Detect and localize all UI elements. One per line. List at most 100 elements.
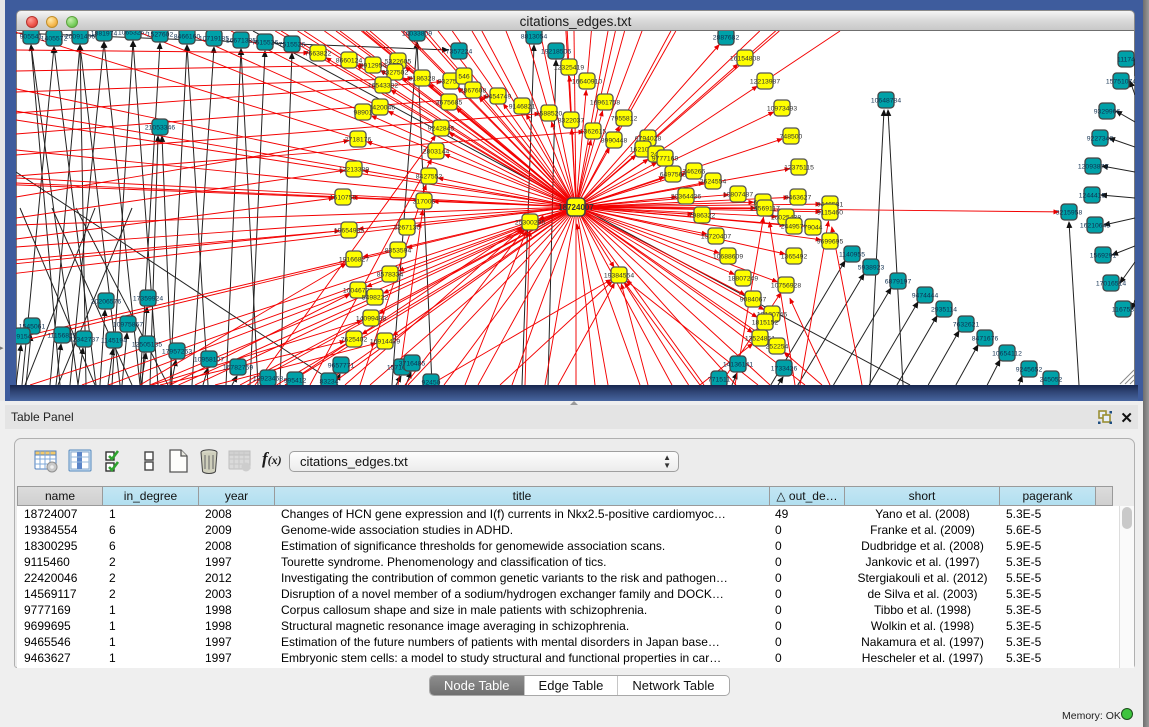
svg-text:12093873: 12093873 xyxy=(1078,164,1108,171)
svg-text:98901: 98901 xyxy=(354,110,373,117)
svg-text:16640910: 16640910 xyxy=(572,79,602,86)
svg-text:10807487: 10807487 xyxy=(723,192,753,199)
svg-text:9084067: 9084067 xyxy=(740,297,767,304)
svg-text:1610755: 1610755 xyxy=(330,195,357,202)
svg-text:16033809: 16033809 xyxy=(402,31,432,38)
svg-text:905541: 905541 xyxy=(20,34,43,41)
svg-text:8427552: 8427552 xyxy=(416,174,443,181)
svg-text:7663822: 7663822 xyxy=(305,51,332,58)
svg-text:1815152: 1815152 xyxy=(752,320,779,327)
svg-text:10756928: 10756928 xyxy=(771,283,801,290)
svg-text:92450: 92450 xyxy=(422,380,441,386)
svg-text:9227342: 9227342 xyxy=(1087,136,1114,143)
svg-text:9146821: 9146821 xyxy=(509,104,536,111)
svg-text:3215958: 3215958 xyxy=(1056,210,1083,217)
svg-text:9242845: 9242845 xyxy=(428,126,455,133)
svg-text:12505135: 12505135 xyxy=(132,342,162,349)
svg-text:9474444: 9474444 xyxy=(912,293,939,300)
svg-text:8471676: 8471676 xyxy=(972,336,999,343)
svg-text:10648784: 10648784 xyxy=(871,98,901,105)
svg-text:746266: 746266 xyxy=(683,169,706,176)
svg-text:1881974: 1881974 xyxy=(91,31,118,38)
svg-text:14136141: 14136141 xyxy=(723,362,753,369)
svg-text:19654985: 19654985 xyxy=(334,228,364,235)
svg-text:3675685: 3675685 xyxy=(436,100,463,107)
svg-text:15751074: 15751074 xyxy=(1106,79,1135,86)
svg-text:17957263: 17957263 xyxy=(162,349,192,356)
svg-text:9699695: 9699695 xyxy=(817,239,844,246)
svg-text:19166827: 19166827 xyxy=(339,257,369,264)
svg-text:8578334: 8578334 xyxy=(377,272,404,279)
svg-text:10719185: 10719185 xyxy=(199,36,229,43)
svg-text:252254: 252254 xyxy=(766,344,789,351)
svg-text:1145194: 1145194 xyxy=(101,338,127,345)
svg-text:20364436: 20364436 xyxy=(671,194,701,201)
svg-text:21053346: 21053346 xyxy=(145,125,175,132)
svg-text:15720407: 15720407 xyxy=(701,234,731,241)
svg-text:1588520: 1588520 xyxy=(536,111,563,118)
svg-text:8466160: 8466160 xyxy=(174,34,201,41)
svg-text:546: 546 xyxy=(458,74,470,81)
svg-text:7515526: 7515526 xyxy=(252,40,279,47)
svg-text:16543382: 16543382 xyxy=(368,83,398,90)
svg-text:2803144: 2803144 xyxy=(423,149,450,156)
svg-text:8353594: 8353594 xyxy=(385,248,412,255)
svg-text:748500: 748500 xyxy=(780,134,803,141)
svg-text:7357224: 7357224 xyxy=(446,49,473,56)
svg-text:10975867: 10975867 xyxy=(113,322,143,329)
svg-text:17359924: 17359924 xyxy=(133,296,163,303)
svg-text:8912954: 8912954 xyxy=(360,63,387,70)
svg-text:12325419: 12325419 xyxy=(554,65,584,72)
svg-text:3267130: 3267130 xyxy=(394,225,421,232)
svg-text:8186328: 8186328 xyxy=(409,76,436,83)
svg-text:9329966: 9329966 xyxy=(1094,109,1121,116)
svg-text:1362615: 1362615 xyxy=(580,129,607,136)
svg-text:9115460: 9115460 xyxy=(817,210,843,217)
svg-text:12923468: 12923468 xyxy=(253,376,283,383)
svg-text:7632621: 7632621 xyxy=(953,322,980,329)
svg-text:1569291: 1569291 xyxy=(1090,253,1117,260)
svg-text:1365492: 1365492 xyxy=(781,254,808,261)
svg-text:6879197: 6879197 xyxy=(885,279,912,286)
svg-text:2718176: 2718176 xyxy=(345,137,372,144)
svg-text:16782759: 16782759 xyxy=(223,365,253,372)
svg-text:16914479: 16914479 xyxy=(370,339,400,346)
svg-text:10973493: 10973493 xyxy=(767,106,797,113)
svg-text:7986322: 7986322 xyxy=(689,213,716,220)
svg-text:10653267: 10653267 xyxy=(118,31,148,37)
svg-text:10688609: 10688609 xyxy=(713,254,743,261)
svg-text:25300295: 25300295 xyxy=(515,220,545,227)
svg-text:17016514: 17016514 xyxy=(1096,281,1126,288)
svg-text:14569117: 14569117 xyxy=(750,206,780,213)
svg-text:2887682: 2887682 xyxy=(713,35,740,42)
svg-text:771511: 771511 xyxy=(708,377,730,384)
svg-text:10958107: 10958107 xyxy=(194,357,224,364)
svg-text:1405572: 1405572 xyxy=(41,36,68,43)
svg-text:1733426: 1733426 xyxy=(771,366,798,373)
svg-text:5498222: 5498222 xyxy=(362,295,389,302)
svg-text:14099488: 14099488 xyxy=(356,316,386,323)
svg-text:9657771: 9657771 xyxy=(328,363,355,370)
svg-text:12375115: 12375115 xyxy=(784,165,814,172)
svg-text:39154: 39154 xyxy=(16,334,32,341)
svg-text:11174: 11174 xyxy=(1117,57,1135,64)
svg-text:19384554: 19384554 xyxy=(604,273,634,280)
svg-text:8660124: 8660124 xyxy=(336,58,363,65)
svg-text:245052: 245052 xyxy=(1040,377,1063,384)
svg-text:20206576: 20206576 xyxy=(91,299,121,306)
svg-text:10654112: 10654112 xyxy=(992,351,1022,358)
svg-text:116753: 116753 xyxy=(1112,307,1134,314)
svg-text:7515526: 7515526 xyxy=(279,42,306,49)
svg-text:18807249: 18807249 xyxy=(728,276,758,283)
svg-text:16154808: 16154808 xyxy=(730,56,760,63)
svg-text:1527602: 1527602 xyxy=(147,32,174,39)
svg-text:317006: 317006 xyxy=(413,199,436,206)
svg-text:7955812: 7955812 xyxy=(611,116,638,123)
svg-text:995412: 995412 xyxy=(284,378,307,385)
svg-text:8454749: 8454749 xyxy=(485,94,512,101)
svg-text:79044: 79044 xyxy=(804,225,823,232)
svg-text:18724007: 18724007 xyxy=(558,203,594,212)
svg-text:2935114: 2935114 xyxy=(931,307,957,314)
svg-text:7625402: 7625402 xyxy=(341,337,368,344)
svg-text:9327502: 9327502 xyxy=(382,70,409,77)
